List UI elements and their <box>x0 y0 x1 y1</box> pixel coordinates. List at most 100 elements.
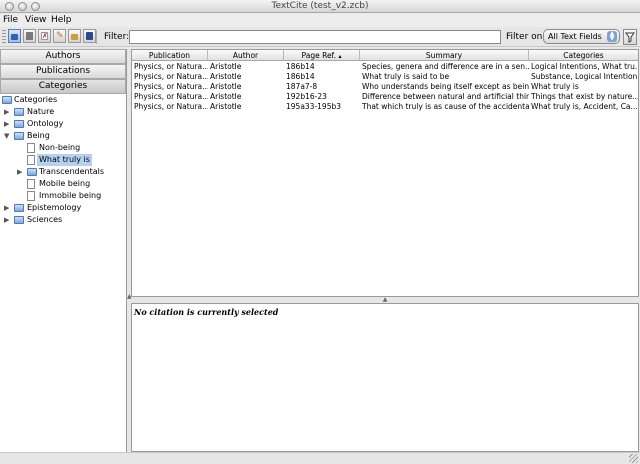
document-icon <box>27 191 35 201</box>
expand-arrow-icon[interactable]: ▶ <box>17 166 25 178</box>
menu-help[interactable]: Help <box>51 15 72 25</box>
column-header-label: Page Ref. <box>301 51 337 60</box>
filter-label: Filter: <box>104 32 130 42</box>
menu-bar: File View Help <box>0 14 640 27</box>
pdf-icon: ✗ <box>41 32 48 40</box>
import-button[interactable] <box>68 29 81 43</box>
cell-categories: Things that exist by nature... <box>531 92 638 101</box>
cell-summary: That which truly is as cause of the acci… <box>362 102 529 111</box>
filter-on-label: Filter on: <box>506 32 546 42</box>
open-button[interactable] <box>8 29 21 43</box>
menu-view[interactable]: View <box>25 15 46 25</box>
cell-categories: What truly is, Accident, Ca... <box>531 102 638 111</box>
toolbar-separator <box>96 30 97 44</box>
open-icon <box>11 34 18 40</box>
sort-ascending-icon: ▴ <box>338 53 342 60</box>
book-button[interactable] <box>83 29 96 43</box>
filter-input[interactable] <box>129 30 501 44</box>
citation-detail-panel: No citation is currently selected <box>131 303 639 452</box>
sidebar: Authors Publications Categories Categori… <box>0 49 127 452</box>
title-bar: TextCite (test_v2.zcb) <box>0 0 640 13</box>
folder-icon <box>14 216 24 224</box>
funnel-icon <box>625 32 635 43</box>
cell-author: Aristotle <box>210 62 242 71</box>
stop-icon <box>26 32 33 40</box>
table-row[interactable]: Physics, or Natura... Aristotle 192b16-2… <box>132 92 638 102</box>
table-row[interactable]: Physics, or Natura... Aristotle 186b14 W… <box>132 72 638 82</box>
edit-icon: ✎ <box>56 31 64 41</box>
toolbar-grip[interactable] <box>2 30 6 44</box>
cell-categories: Substance, Logical Intention... <box>531 72 638 81</box>
tree-item-label: Being <box>27 131 50 140</box>
folder-icon <box>14 120 24 128</box>
folder-icon <box>27 168 37 176</box>
tree-item-label: What truly is <box>37 154 92 166</box>
resize-grip-icon[interactable] <box>629 454 638 463</box>
tree-item-label: Sciences <box>27 215 63 224</box>
table-row[interactable]: Physics, or Natura... Aristotle 195a33-1… <box>132 102 638 112</box>
window-title: TextCite (test_v2.zcb) <box>271 1 369 11</box>
cell-publication: Physics, or Natura... <box>134 92 208 101</box>
cell-summary: Who understands being itself except as b… <box>362 82 529 91</box>
cell-summary: What truly is said to be <box>362 72 450 81</box>
cell-publication: Physics, or Natura... <box>134 62 208 71</box>
folder-icon <box>14 108 24 116</box>
tree-item-label: Epistemology <box>27 203 82 212</box>
column-header-page-ref[interactable]: Page Ref. ▴ <box>284 50 360 61</box>
tree-item-label: Non-being <box>39 143 81 152</box>
filter-on-select[interactable]: All Text Fields ▲ ▼ <box>543 29 620 44</box>
expand-arrow-icon[interactable]: ▶ <box>4 202 12 214</box>
toolbar: ✗ ✎ Filter: Filter on: All Text Fields ▲… <box>0 27 640 47</box>
filter-on-selected-value: All Text Fields <box>548 32 602 41</box>
cell-summary: Species, genera and difference are in a … <box>362 62 529 71</box>
cell-author: Aristotle <box>210 92 242 101</box>
folder-open-icon <box>14 132 24 140</box>
edit-button[interactable]: ✎ <box>53 29 66 43</box>
cell-categories: Logical Intentions, What tru... <box>531 62 638 71</box>
book-icon <box>86 32 93 40</box>
cell-page-ref: 186b14 <box>286 72 315 81</box>
cell-publication: Physics, or Natura... <box>134 72 208 81</box>
column-header-summary[interactable]: Summary <box>360 50 529 61</box>
table-header: Publication Author Page Ref. ▴ Summary C… <box>132 50 638 61</box>
menu-file[interactable]: File <box>3 15 18 25</box>
cell-page-ref: 186b14 <box>286 62 315 71</box>
table-row[interactable]: Physics, or Natura... Aristotle 186b14 S… <box>132 62 638 72</box>
nav-categories-button[interactable]: Categories <box>0 79 126 94</box>
no-selection-message: No citation is currently selected <box>134 307 279 317</box>
tree-item-label: Transcendentals <box>39 167 105 176</box>
tree-item-label: Nature <box>27 107 55 116</box>
cell-page-ref: 192b16-23 <box>286 92 327 101</box>
column-header-categories[interactable]: Categories <box>529 50 638 61</box>
document-icon <box>27 143 35 153</box>
stop-button[interactable] <box>23 29 36 43</box>
table-row[interactable]: Physics, or Natura... Aristotle 187a7-8 … <box>132 82 638 92</box>
status-bar <box>0 452 640 464</box>
expand-arrow-icon[interactable]: ▶ <box>4 106 12 118</box>
tree-item-label: Categories <box>14 95 58 104</box>
citation-table: Publication Author Page Ref. ▴ Summary C… <box>131 49 639 297</box>
document-icon <box>27 179 35 189</box>
expand-arrow-icon[interactable]: ▶ <box>4 214 12 226</box>
cell-categories: What truly is <box>531 82 579 91</box>
nav-publications-button[interactable]: Publications <box>0 64 126 79</box>
nav-authors-button[interactable]: Authors <box>0 49 126 64</box>
collapse-arrow-icon[interactable]: ▼ <box>4 130 12 142</box>
apply-filter-button[interactable] <box>623 29 637 45</box>
select-arrows-icon: ▲ ▼ <box>607 31 617 42</box>
column-header-author[interactable]: Author <box>208 50 284 61</box>
tree-item-label: Immobile being <box>39 191 102 200</box>
cell-author: Aristotle <box>210 102 242 111</box>
pdf-button[interactable]: ✗ <box>38 29 51 43</box>
expand-arrow-icon[interactable]: ▶ <box>4 118 12 130</box>
document-icon <box>27 155 35 165</box>
splitter-arrow-icon: ▲ <box>382 296 388 303</box>
folder-icon <box>2 96 12 104</box>
tree-item-label: Ontology <box>27 119 64 128</box>
folder-icon <box>14 204 24 212</box>
cell-author: Aristotle <box>210 72 242 81</box>
cell-publication: Physics, or Natura... <box>134 82 208 91</box>
column-header-publication[interactable]: Publication <box>132 50 208 61</box>
cell-publication: Physics, or Natura... <box>134 102 208 111</box>
tree-item-label: Mobile being <box>39 179 91 188</box>
